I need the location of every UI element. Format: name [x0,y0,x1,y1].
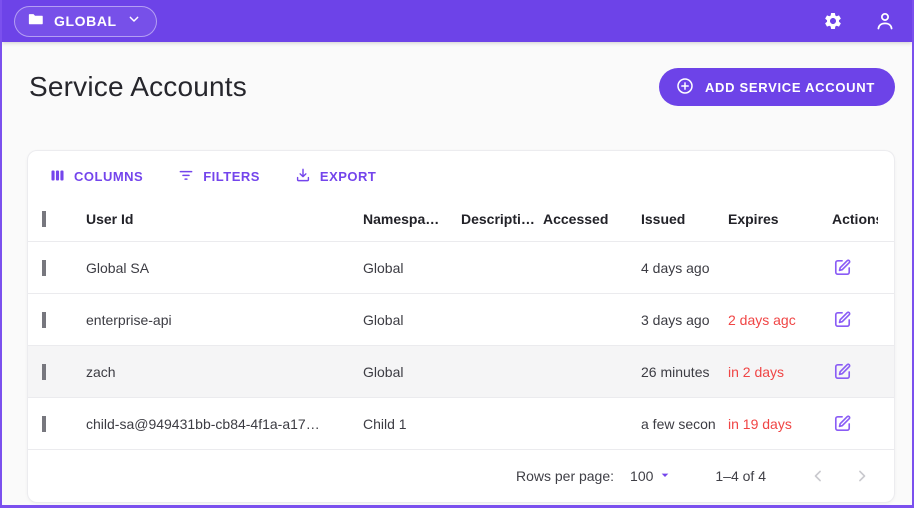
plus-circle-icon [675,76,695,99]
columns-icon [49,167,66,187]
row-checkbox[interactable] [42,259,46,276]
select-all-checkbox[interactable] [42,210,46,227]
columns-button[interactable]: COLUMNS [49,167,143,187]
cell-user-id: Global SA [86,259,150,276]
cell-namespace: Global [363,363,404,380]
table-toolbar: COLUMNS FILTERS EXPORT [28,151,894,196]
row-checkbox[interactable] [42,363,46,380]
header-user-id[interactable]: User Id [86,211,363,227]
edit-button[interactable] [832,360,854,383]
app-window: GLOBAL Service Accounts ADD SERVICE ACCO… [0,0,914,508]
scope-selector[interactable]: GLOBAL [14,5,157,37]
pagination-range: 1–4 of 4 [715,468,766,484]
edit-icon [834,259,851,276]
header-description[interactable]: Descripti… [461,211,543,227]
row-checkbox[interactable] [42,415,46,432]
table-row[interactable]: zach Global 26 minutes in 2 days [28,345,894,397]
cell-issued: 26 minutes [641,363,710,380]
chevron-left-icon[interactable] [806,464,830,488]
chevron-down-icon [126,11,142,32]
caret-down-icon [657,467,673,486]
header-issued[interactable]: Issued [641,211,728,227]
folder-icon [27,10,45,33]
edit-button[interactable] [832,308,854,331]
row-checkbox[interactable] [42,311,46,328]
table-row[interactable]: child-sa@949431bb-cb84-4f1a-a17… Child 1… [28,397,894,449]
filter-icon [177,166,195,187]
add-service-account-label: ADD SERVICE ACCOUNT [704,79,875,95]
top-navigation-bar: GLOBAL [2,0,912,42]
rows-per-page-label: Rows per page: [515,468,615,484]
add-service-account-button[interactable]: ADD SERVICE ACCOUNT [658,68,895,106]
edit-button[interactable] [832,412,854,435]
table-row[interactable]: enterprise-api Global 3 days ago 2 days … [28,293,894,345]
table-row[interactable]: Global SA Global 4 days ago [28,241,894,293]
rows-per-page-select[interactable]: 100 [630,467,673,486]
cell-expires: 2 days agc [728,311,796,328]
export-label: EXPORT [319,169,377,184]
edit-icon [834,363,851,380]
columns-label: COLUMNS [74,169,144,184]
header-namespace[interactable]: Namespa… [363,211,461,227]
cell-issued: 3 days ago [641,311,710,328]
cell-namespace: Global [363,259,404,276]
download-icon [294,166,312,187]
header-accessed[interactable]: Accessed [543,211,641,227]
person-icon[interactable] [872,8,898,34]
chevron-right-icon[interactable] [850,464,874,488]
cell-namespace: Child 1 [363,415,407,432]
cell-namespace: Global [363,311,404,328]
table-header-row: User Id Namespa… Descripti… Accessed Iss… [28,196,894,241]
edit-icon [834,415,851,432]
edit-button[interactable] [832,256,854,279]
service-accounts-card: COLUMNS FILTERS EXPORT User Id Namespa… … [27,150,895,503]
header-expires[interactable]: Expires [728,211,832,227]
filters-button[interactable]: FILTERS [177,166,260,187]
cell-user-id: child-sa@949431bb-cb84-4f1a-a17… [86,415,320,432]
cell-user-id: enterprise-api [86,311,172,328]
table-pagination: Rows per page: 100 1–4 of 4 [28,449,894,502]
page-title: Service Accounts [29,71,247,102]
cell-issued: 4 days ago [641,259,710,276]
header-actions: Actions [832,210,878,227]
cell-user-id: zach [86,363,116,380]
scope-label: GLOBAL [54,13,117,29]
export-button[interactable]: EXPORT [294,166,376,187]
gear-icon[interactable] [820,8,846,34]
cell-expires: in 19 days [728,415,792,432]
page-header: Service Accounts ADD SERVICE ACCOUNT [2,42,912,110]
rows-per-page-value: 100 [630,468,654,484]
edit-icon [834,311,851,328]
filters-label: FILTERS [203,169,260,184]
cell-issued: a few secon [641,415,716,432]
cell-expires: in 2 days [728,363,785,380]
